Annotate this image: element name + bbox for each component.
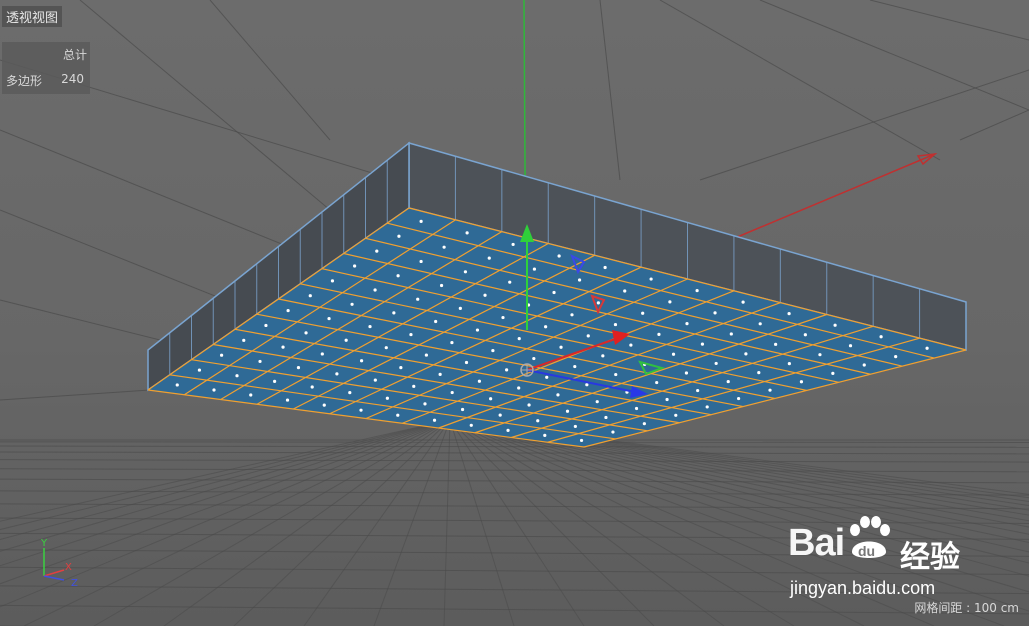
polygon-stats-panel: 总计 多边形 240 [2,42,90,94]
watermark-brand-latin: Bai [788,522,845,564]
axis-label-x: X [65,562,72,573]
axis-label-y: Y [40,538,48,549]
watermark-brand-du: du [858,543,875,559]
axis-orientation-icon: Y X Z [40,538,78,588]
x-axis-arrowhead [916,152,938,166]
viewport-title[interactable]: 透视视图 [2,6,63,27]
axis-label-z: Z [71,578,78,588]
stats-label-polygons: 多边形 [6,74,43,88]
watermark-brand-cn: 经验 [900,540,960,575]
stats-header: 总计 [62,48,87,62]
baidu-paw-icon: du [850,516,890,559]
perspective-viewport[interactable]: 透视视图 总计 多边形 240 Y X Z 网格间距 : 100 cm Bai … [0,0,1029,626]
watermark-url: jingyan.baidu.com [790,578,936,598]
stats-value-polygons: 240 [61,72,84,86]
world-x-axis-line [734,153,936,239]
baidu-jingyan-watermark: Bai du 经验 jingyan.baidu.com [788,512,988,602]
